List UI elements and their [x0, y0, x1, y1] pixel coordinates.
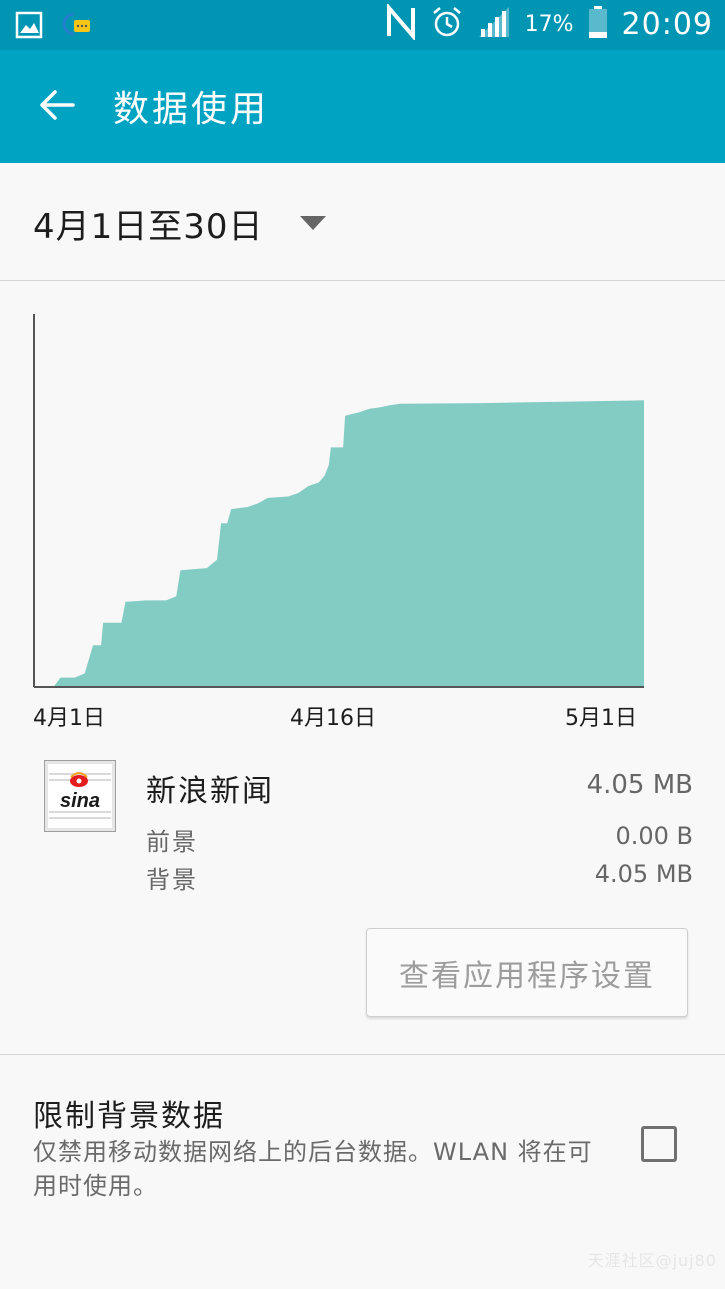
usage-area	[34, 400, 644, 686]
restrict-background-setting[interactable]: 限制背景数据 仅禁用移动数据网络上的后台数据。WLAN 将在可用时使用。	[0, 1055, 725, 1215]
restrict-background-description: 仅禁用移动数据网络上的后台数据。WLAN 将在可用时使用。	[33, 1138, 593, 1200]
background-label: 背景	[146, 866, 198, 894]
chat-notification-icon	[62, 8, 96, 46]
background-value: 4.05 MB	[594, 860, 693, 888]
period-selector[interactable]: 4月1日至30日	[0, 163, 725, 280]
svg-text:sina: sina	[60, 790, 100, 812]
nfc-icon	[385, 2, 417, 44]
data-usage-chart: 4月1日 4月16日 5月1日	[0, 282, 725, 732]
foreground-label: 前景	[146, 828, 198, 856]
status-bar: 17% 20:09	[0, 0, 725, 50]
x-tick-label: 4月16日	[290, 706, 376, 731]
app-settings-button[interactable]: 查看应用程序设置	[366, 928, 688, 1017]
caret-down-icon[interactable]	[298, 214, 328, 236]
alarm-icon	[431, 5, 463, 43]
back-arrow-icon	[39, 89, 75, 125]
page-title: 数据使用	[113, 89, 270, 130]
status-bar-left	[14, 8, 96, 46]
gallery-icon	[14, 10, 44, 44]
battery-percent: 17%	[524, 11, 574, 37]
app-total-usage: 4.05 MB	[586, 770, 693, 800]
app-usage-row[interactable]: sina 新浪新闻 4.05 MB 前景 0.00 B 背景 4.05 MB	[0, 750, 725, 900]
app-bar: 数据使用	[0, 50, 725, 163]
back-button[interactable]	[32, 82, 82, 132]
divider	[0, 280, 725, 281]
app-name: 新浪新闻	[146, 774, 274, 809]
period-label: 4月1日至30日	[33, 207, 264, 247]
signal-icon	[477, 5, 511, 43]
restrict-background-checkbox[interactable]	[641, 1126, 677, 1162]
status-bar-right: 17% 20:09	[385, 2, 713, 44]
x-tick-label: 5月1日	[565, 706, 637, 731]
x-tick-label: 4月1日	[33, 706, 105, 731]
restrict-background-title: 限制背景数据	[33, 1099, 225, 1134]
foreground-value: 0.00 B	[615, 822, 693, 850]
battery-icon	[588, 5, 608, 43]
usage-chart-svg	[33, 314, 644, 688]
watermark: 天涯社区@juj80	[587, 1251, 717, 1270]
status-time: 20:09	[621, 6, 713, 42]
sina-logo-icon: sina	[44, 760, 116, 832]
